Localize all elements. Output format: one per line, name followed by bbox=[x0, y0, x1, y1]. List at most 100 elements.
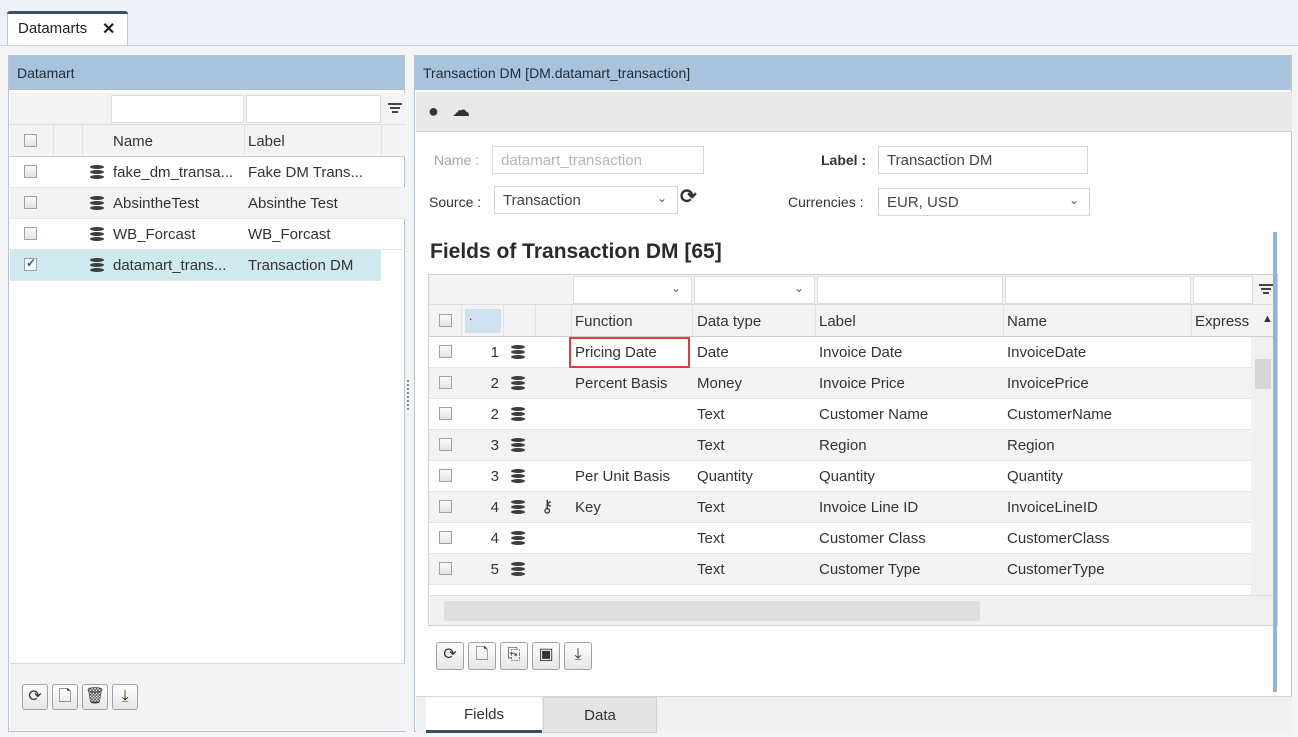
expression-filter-input[interactable] bbox=[1193, 276, 1253, 304]
row-label: Region bbox=[819, 437, 867, 454]
row-checkbox[interactable] bbox=[439, 469, 452, 482]
row-label: Fake DM Trans... bbox=[248, 164, 364, 181]
row-checkbox[interactable] bbox=[439, 345, 452, 358]
row-index: 5 bbox=[490, 561, 499, 578]
row-name: CustomerType bbox=[1007, 561, 1105, 578]
table-row-selected[interactable]: datamart_trans... Transaction DM bbox=[10, 250, 381, 281]
table-row[interactable]: AbsintheTest Absinthe Test bbox=[10, 188, 405, 219]
label-filter-input[interactable] bbox=[817, 276, 1003, 304]
column-header-name[interactable]: Name bbox=[1007, 313, 1047, 330]
row-index: 2 bbox=[490, 375, 499, 392]
refresh-button[interactable]: ⟳ bbox=[22, 684, 48, 710]
close-icon[interactable]: ✕ bbox=[102, 19, 115, 39]
refresh-icon: ⟳ bbox=[443, 646, 457, 663]
row-datatype: Money bbox=[697, 375, 743, 392]
top-tab-bar bbox=[0, 0, 1298, 46]
label-label: Label : bbox=[821, 152, 867, 168]
row-function: Percent Basis bbox=[575, 375, 668, 392]
table-row[interactable]: fake_dm_transa... Fake DM Trans... bbox=[10, 157, 405, 188]
row-checkbox[interactable] bbox=[24, 256, 37, 271]
table-row[interactable]: 4 ⚷ Key Text Invoice Line ID InvoiceLine… bbox=[429, 492, 1251, 523]
vertical-scrollbar-track[interactable] bbox=[1273, 232, 1277, 692]
label-field[interactable]: Transaction DM bbox=[878, 146, 1088, 174]
left-toolbar: ⟳ 🗋 🗑 ⤓ bbox=[10, 663, 405, 731]
column-header-expression[interactable]: Express bbox=[1195, 313, 1249, 330]
chevron-down-icon: ⌄ bbox=[1068, 193, 1079, 207]
scrollbar-thumb[interactable] bbox=[444, 601, 980, 621]
sort-column-header[interactable]: . bbox=[465, 309, 501, 333]
label-filter-input[interactable] bbox=[246, 95, 381, 123]
row-checkbox[interactable] bbox=[439, 407, 452, 420]
column-header-datatype[interactable]: Data type bbox=[697, 313, 761, 330]
scrollbar-thumb[interactable] bbox=[1255, 359, 1271, 389]
row-label: Absinthe Test bbox=[248, 195, 338, 212]
row-checkbox[interactable] bbox=[439, 531, 452, 544]
panel-splitter-handle[interactable] bbox=[407, 380, 411, 410]
settings-db-icon[interactable]: ● bbox=[428, 101, 439, 122]
bottom-tab-bar: Fields Data bbox=[416, 696, 1292, 733]
copy-field-button[interactable]: ⎘ bbox=[500, 642, 528, 670]
row-index: 1 bbox=[490, 344, 499, 361]
download-button[interactable]: ⤓ bbox=[112, 684, 138, 710]
row-datatype: Text bbox=[697, 561, 725, 578]
chevron-down-icon: ⌄ bbox=[656, 191, 667, 205]
row-checkbox[interactable] bbox=[439, 562, 452, 575]
table-row[interactable]: 2 Percent Basis Money Invoice Price Invo… bbox=[429, 368, 1251, 399]
tab-datamarts[interactable]: Datamarts ✕ bbox=[7, 11, 128, 45]
row-checkbox[interactable] bbox=[24, 196, 37, 209]
row-checkbox[interactable] bbox=[24, 165, 37, 178]
sort-up-icon[interactable]: ▲ bbox=[1262, 313, 1273, 325]
vertical-scrollbar[interactable] bbox=[1251, 337, 1275, 595]
database-icon bbox=[511, 376, 525, 391]
row-checkbox[interactable] bbox=[439, 376, 452, 389]
column-header-function[interactable]: Function bbox=[575, 313, 633, 330]
row-function: Key bbox=[575, 499, 601, 516]
row-checkbox[interactable] bbox=[439, 500, 452, 513]
table-row[interactable]: 2 Text Customer Name CustomerName bbox=[429, 399, 1251, 430]
table-row[interactable]: 4 Text Customer Class CustomerClass bbox=[429, 523, 1251, 554]
column-header-label[interactable]: Label bbox=[248, 133, 285, 150]
currencies-select[interactable]: EUR, USD ⌄ bbox=[878, 188, 1090, 216]
row-datatype: Text bbox=[697, 499, 725, 516]
function-filter-select[interactable]: ⌄ bbox=[573, 276, 692, 304]
row-name: InvoiceLineID bbox=[1007, 499, 1098, 516]
delete-button[interactable]: 🗑 bbox=[82, 684, 108, 710]
select-all-checkbox[interactable] bbox=[439, 314, 452, 327]
horizontal-scrollbar[interactable] bbox=[430, 595, 1276, 625]
table-row[interactable]: 3 Per Unit Basis Quantity Quantity Quant… bbox=[429, 461, 1251, 492]
row-name: Region bbox=[1007, 437, 1055, 454]
table-row[interactable]: WB_Forcast WB_Forcast bbox=[10, 219, 405, 250]
select-all-checkbox[interactable] bbox=[24, 134, 37, 147]
table-row[interactable]: 1 Pricing Date Date Invoice Date Invoice… bbox=[429, 337, 1251, 368]
chevron-down-icon: ⌄ bbox=[670, 281, 681, 295]
row-datatype: Text bbox=[697, 437, 725, 454]
column-header-label[interactable]: Label bbox=[819, 313, 856, 330]
refresh-source-icon[interactable]: ⟳ bbox=[680, 184, 697, 209]
table-row[interactable]: 3 Text Region Region bbox=[429, 430, 1251, 461]
row-name: CustomerName bbox=[1007, 406, 1113, 423]
filter-icon[interactable] bbox=[388, 103, 402, 113]
column-header-name[interactable]: Name bbox=[113, 133, 153, 150]
add-field-button[interactable]: 🗋 bbox=[468, 642, 496, 670]
row-index: 3 bbox=[490, 437, 499, 454]
chevron-down-icon: ⌄ bbox=[793, 281, 804, 295]
table-header: Name Label bbox=[10, 125, 405, 157]
row-name: InvoiceDate bbox=[1007, 344, 1087, 361]
name-filter-input[interactable] bbox=[111, 95, 244, 123]
database-icon bbox=[511, 407, 525, 422]
tab-fields[interactable]: Fields bbox=[426, 697, 542, 733]
deploy-icon[interactable]: ☁ bbox=[452, 100, 470, 121]
filter-icon[interactable] bbox=[1259, 284, 1273, 294]
name-filter-input[interactable] bbox=[1005, 276, 1191, 304]
row-checkbox[interactable] bbox=[439, 438, 452, 451]
refresh-button[interactable]: ⟳ bbox=[436, 642, 464, 670]
save-button[interactable]: ▣ bbox=[532, 642, 560, 670]
row-checkbox[interactable] bbox=[24, 227, 37, 240]
datatype-filter-select[interactable]: ⌄ bbox=[694, 276, 815, 304]
database-icon bbox=[511, 500, 525, 515]
tab-data[interactable]: Data bbox=[543, 697, 657, 733]
add-button[interactable]: 🗋 bbox=[52, 684, 78, 710]
source-select[interactable]: Transaction ⌄ bbox=[494, 186, 678, 214]
download-button[interactable]: ⤓ bbox=[564, 642, 592, 670]
table-row[interactable]: 5 Text Customer Type CustomerType bbox=[429, 554, 1251, 585]
